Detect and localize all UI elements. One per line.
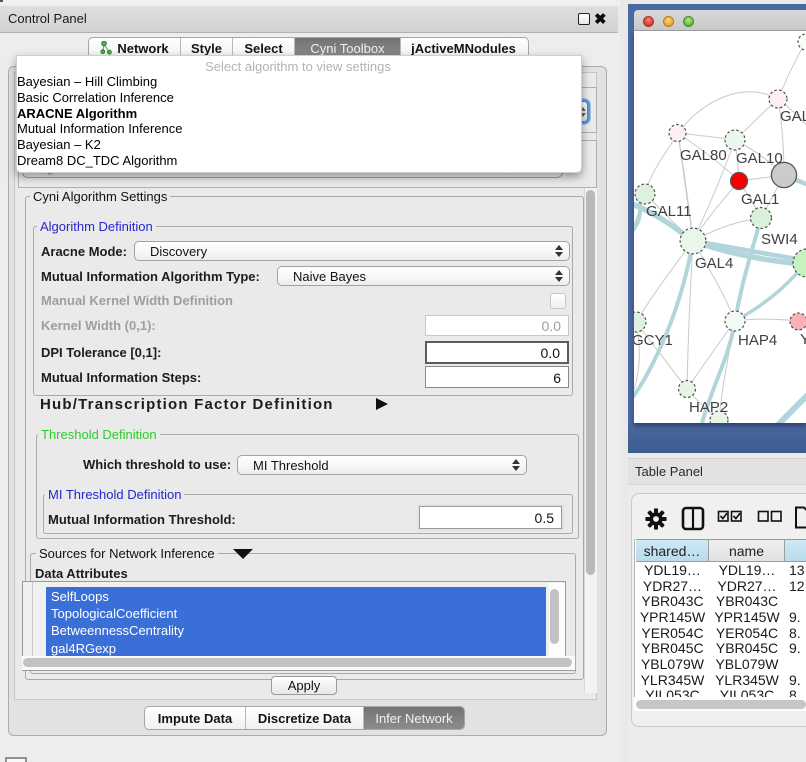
svg-text:GAL11: GAL11 (646, 203, 692, 220)
svg-text:GCY1: GCY1 (634, 332, 673, 349)
svg-text:GAL80: GAL80 (680, 147, 727, 164)
svg-text:SWI4: SWI4 (761, 231, 798, 248)
svg-text:GAL10: GAL10 (736, 150, 783, 167)
svg-text:GAL2: GAL2 (780, 108, 806, 125)
svg-text:GAL1: GAL1 (741, 191, 779, 208)
svg-text:GAL4: GAL4 (695, 255, 733, 272)
svg-text:HAP2: HAP2 (689, 399, 728, 416)
svg-text:HAP4: HAP4 (738, 332, 777, 349)
svg-text:Y: Y (800, 331, 806, 348)
